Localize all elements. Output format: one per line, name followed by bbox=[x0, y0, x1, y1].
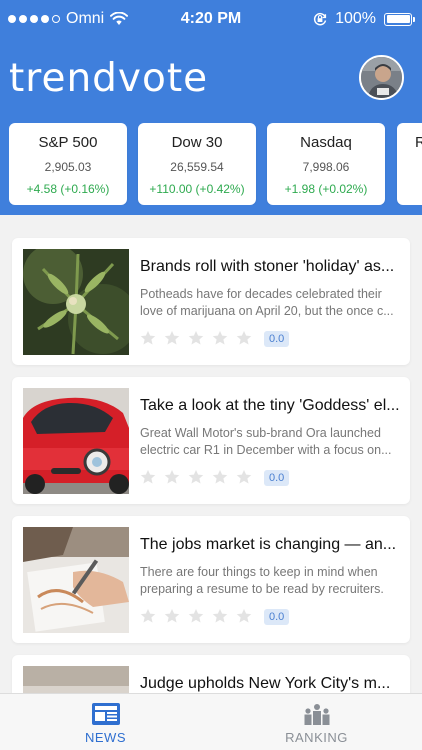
app-title: trendvote bbox=[9, 56, 209, 101]
ticker-name: S&P 500 bbox=[38, 134, 98, 151]
article-thumbnail bbox=[23, 249, 129, 355]
ranking-icon bbox=[304, 704, 330, 725]
battery-icon bbox=[384, 12, 415, 26]
star-icon[interactable] bbox=[140, 330, 156, 346]
article-card[interactable]: Take a look at the tiny 'Goddess' el... … bbox=[12, 377, 410, 504]
rating-score-badge: 0.0 bbox=[264, 331, 290, 347]
tab-ranking[interactable]: RANKING bbox=[211, 694, 422, 750]
article-thumbnail bbox=[23, 527, 129, 633]
ticker-value: 2,905.03 bbox=[44, 160, 92, 174]
article-title[interactable]: Brands roll with stoner 'holiday' as... bbox=[140, 258, 402, 276]
star-icon[interactable] bbox=[188, 608, 204, 624]
star-icon[interactable] bbox=[164, 608, 180, 624]
star-icon[interactable] bbox=[236, 608, 252, 624]
article-card[interactable]: Brands roll with stoner 'holiday' as... … bbox=[12, 238, 410, 365]
avatar[interactable] bbox=[359, 55, 404, 100]
star-icon[interactable] bbox=[188, 469, 204, 485]
ticker-change: +110.00 (+0.42%) bbox=[149, 182, 245, 196]
excerpt-line: love of marijuana on April 20, but the o… bbox=[140, 304, 394, 318]
tab-bar: NEWS RANKING bbox=[0, 693, 422, 750]
star-icon[interactable] bbox=[164, 330, 180, 346]
article-title[interactable]: The jobs market is changing — an... bbox=[140, 536, 402, 554]
status-bar: Omni 4:20 PM 100% bbox=[0, 0, 422, 40]
article-thumbnail bbox=[23, 666, 129, 693]
ticker-name: R bbox=[415, 134, 422, 151]
ticker-value: 7,998.06 bbox=[302, 160, 350, 174]
article-card[interactable]: The jobs market is changing — an... Ther… bbox=[12, 516, 410, 643]
article-title[interactable]: Judge upholds New York City's m... bbox=[140, 675, 402, 693]
excerpt-line: Potheads have for decades celebrated the… bbox=[140, 287, 382, 301]
star-icon[interactable] bbox=[212, 469, 228, 485]
ticker-change: +1.98 (+0.02%) bbox=[284, 182, 368, 196]
newspaper-icon bbox=[92, 703, 120, 725]
star-rating[interactable] bbox=[140, 469, 252, 485]
star-icon[interactable] bbox=[212, 330, 228, 346]
ticker-card-nasdaq[interactable]: Nasdaq 7,998.06 +1.98 (+0.02%) bbox=[267, 123, 385, 205]
article-title[interactable]: Take a look at the tiny 'Goddess' el... bbox=[140, 397, 402, 415]
tab-news[interactable]: NEWS bbox=[0, 694, 211, 750]
rating-score-badge: 0.0 bbox=[264, 609, 290, 625]
battery-level bbox=[386, 15, 410, 23]
star-icon[interactable] bbox=[140, 608, 156, 624]
article-excerpt: Potheads have for decades celebrated the… bbox=[140, 286, 402, 320]
ticker-card-sp500[interactable]: S&P 500 2,905.03 +4.58 (+0.16%) bbox=[9, 123, 127, 205]
star-icon[interactable] bbox=[236, 469, 252, 485]
article-excerpt: Great Wall Motor's sub-brand Ora launche… bbox=[140, 425, 402, 459]
star-icon[interactable] bbox=[140, 469, 156, 485]
excerpt-line: Great Wall Motor's sub-brand Ora launche… bbox=[140, 426, 381, 440]
star-icon[interactable] bbox=[164, 469, 180, 485]
article-excerpt: There are four things to keep in mind wh… bbox=[140, 564, 402, 598]
excerpt-line: electric car R1 in December with a focus… bbox=[140, 443, 392, 457]
market-tickers[interactable]: S&P 500 2,905.03 +4.58 (+0.16%) Dow 30 2… bbox=[9, 123, 422, 205]
rating-score-badge: 0.0 bbox=[264, 470, 290, 486]
ticker-card-dow30[interactable]: Dow 30 26,559.54 +110.00 (+0.42%) bbox=[138, 123, 256, 205]
orientation-lock-icon bbox=[314, 12, 327, 26]
ticker-card-partial[interactable]: R bbox=[397, 123, 422, 205]
battery-percent: 100% bbox=[335, 10, 376, 27]
profile-photo bbox=[361, 57, 402, 98]
news-feed[interactable]: Brands roll with stoner 'holiday' as... … bbox=[0, 215, 422, 693]
ticker-value: 26,559.54 bbox=[170, 160, 224, 174]
status-right: 100% bbox=[313, 10, 415, 28]
star-icon[interactable] bbox=[236, 330, 252, 346]
tab-label: RANKING bbox=[285, 730, 348, 745]
excerpt-line: There are four things to keep in mind wh… bbox=[140, 565, 378, 579]
ticker-name: Nasdaq bbox=[300, 134, 352, 151]
star-icon[interactable] bbox=[188, 330, 204, 346]
star-rating[interactable] bbox=[140, 330, 252, 346]
star-rating[interactable] bbox=[140, 608, 252, 624]
ticker-name: Dow 30 bbox=[171, 134, 223, 151]
app-header: Omni 4:20 PM 100% trendvote S&P 500 2,90… bbox=[0, 0, 422, 215]
star-icon[interactable] bbox=[212, 608, 228, 624]
ticker-change: +4.58 (+0.16%) bbox=[26, 182, 110, 196]
tab-label: NEWS bbox=[85, 730, 126, 745]
article-thumbnail bbox=[23, 388, 129, 494]
article-card[interactable]: Judge upholds New York City's m... bbox=[12, 655, 410, 693]
excerpt-line: preparing a resume to be read by recruit… bbox=[140, 582, 384, 596]
